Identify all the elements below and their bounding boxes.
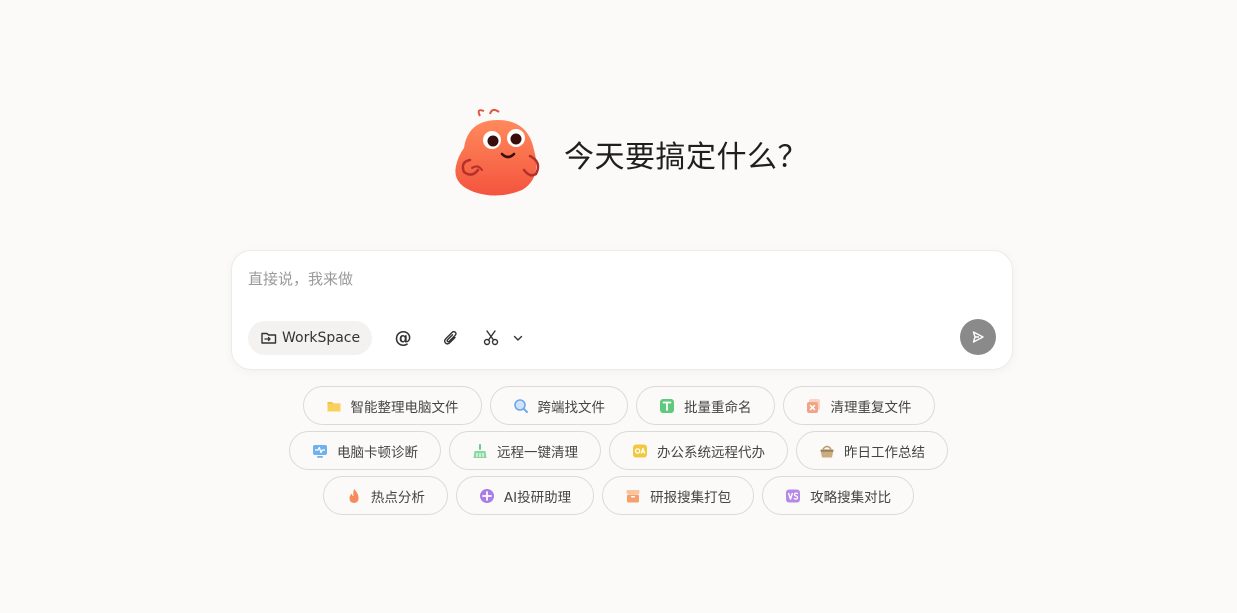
chip-label: 研报搜集打包 <box>650 489 732 506</box>
rename-t-icon <box>660 398 674 413</box>
scissors-icon <box>483 330 499 346</box>
suggestion-chip[interactable]: 跨端找文件 <box>489 386 628 425</box>
attach-button[interactable] <box>434 321 468 355</box>
suggestion-chip[interactable]: AI投研助理 <box>455 476 595 515</box>
suggestions-row-3: 热点分析 AI投研助理 研报搜集打包 攻略搜集对比 <box>0 476 1237 515</box>
hero: 今天要搞定什么？ <box>450 108 808 200</box>
chip-label: 办公系统远程代办 <box>657 444 765 461</box>
vs-icon <box>786 489 801 502</box>
workspace-button[interactable]: WorkSpace <box>248 321 373 355</box>
suggestion-chip[interactable]: 昨日工作总结 <box>796 431 948 470</box>
chevron-down-icon <box>513 335 523 341</box>
clip-tool-dropdown[interactable] <box>508 321 528 355</box>
folder-switch-icon <box>261 332 277 344</box>
prompt-composer: WorkSpace @ <box>231 250 1013 370</box>
chip-label: 昨日工作总结 <box>844 444 925 461</box>
suggestion-chip[interactable]: 批量重命名 <box>636 386 775 425</box>
at-icon: @ <box>394 328 412 348</box>
send-icon <box>972 331 984 343</box>
mention-button[interactable]: @ <box>386 321 420 355</box>
clip-tool-button[interactable] <box>474 321 508 355</box>
suggestion-chip[interactable]: 研报搜集打包 <box>602 476 755 515</box>
duplicate-clean-icon <box>806 398 820 413</box>
suggestion-chip[interactable]: 智能整理电脑文件 <box>302 386 482 425</box>
send-button[interactable] <box>960 319 996 355</box>
prompt-input[interactable] <box>248 267 988 291</box>
chip-label: 电脑卡顿诊断 <box>337 444 418 461</box>
chip-label: 热点分析 <box>370 489 425 506</box>
suggestion-chip[interactable]: 攻略搜集对比 <box>762 476 915 515</box>
shrimp-mascot-icon <box>455 108 540 196</box>
composer-toolbar: WorkSpace @ <box>248 321 528 355</box>
flame-icon <box>349 488 359 503</box>
workspace-label: WorkSpace <box>282 330 361 346</box>
monitor-pulse-icon <box>313 444 327 458</box>
suggestion-chip[interactable]: 清理重复文件 <box>782 386 935 425</box>
folder-icon <box>327 401 340 411</box>
chip-label: 远程一键清理 <box>497 444 578 461</box>
oa-icon <box>633 444 647 457</box>
chip-label: 智能整理电脑文件 <box>350 399 459 416</box>
suggestion-chip[interactable]: 办公系统远程代办 <box>609 431 788 470</box>
chip-label: 攻略搜集对比 <box>810 489 892 506</box>
suggestion-chip[interactable]: 远程一键清理 <box>449 431 601 470</box>
home-page: 今天要搞定什么？ WorkSpace @ <box>0 0 1237 613</box>
box-icon <box>626 489 640 502</box>
suggestions-row-2: 电脑卡顿诊断 远程一键清理 办公系统远程代办 昨日工作总结 <box>0 431 1237 470</box>
page-title: 今天要搞定什么？ <box>564 140 808 175</box>
chip-label: AI投研助理 <box>503 489 572 506</box>
magnifier-icon <box>513 398 528 413</box>
basket-icon <box>820 445 834 457</box>
suggestion-chip[interactable]: 电脑卡顿诊断 <box>289 431 441 470</box>
chip-label: 批量重命名 <box>684 399 752 416</box>
ai-spark-icon <box>479 488 494 503</box>
chip-label: 跨端找文件 <box>537 399 606 416</box>
broom-icon <box>473 443 487 458</box>
paperclip-icon <box>444 330 457 345</box>
suggestion-chip[interactable]: 热点分析 <box>322 476 448 515</box>
chip-label: 清理重复文件 <box>830 399 912 416</box>
suggestions-row-1: 智能整理电脑文件 跨端找文件 批量重命名 清理重复文件 <box>0 386 1237 425</box>
